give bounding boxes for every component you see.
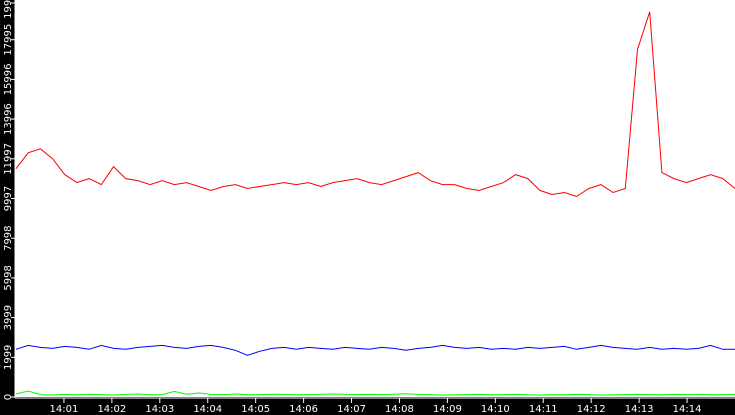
x-tick-label: 14:14 bbox=[673, 404, 702, 415]
x-tick-label: 14:10 bbox=[481, 404, 510, 415]
line-chart: 0 1999 3999 5998 7998 9997 11997 13996 15996 1799… bbox=[3, 0, 735, 415]
y-tick-label: 0 bbox=[3, 394, 14, 400]
x-tick-label: 14:09 bbox=[433, 404, 462, 415]
plot-background bbox=[15, 0, 735, 397]
x-tick-label: 14:08 bbox=[385, 404, 414, 415]
x-tick-label: 14:02 bbox=[97, 404, 126, 415]
y-tick-label: 1999 bbox=[3, 345, 14, 370]
x-tick-label: 14:07 bbox=[337, 404, 366, 415]
x-tick-label: 14:12 bbox=[577, 404, 606, 415]
x-tick-label: 14:01 bbox=[50, 404, 79, 415]
y-tick-label: 7998 bbox=[3, 225, 14, 250]
y-tick-label: 15996 bbox=[3, 63, 14, 95]
y-tick-label: 11997 bbox=[3, 143, 14, 175]
y-tick-label: 5998 bbox=[3, 265, 14, 290]
x-tick-label: 14:04 bbox=[193, 404, 222, 415]
x-tick-label: 14:03 bbox=[145, 404, 174, 415]
x-tick-label: 14:11 bbox=[529, 404, 558, 415]
x-tick-label: 14:05 bbox=[241, 404, 270, 415]
y-tick-label: 9997 bbox=[3, 186, 14, 211]
y-tick-label: 17995 bbox=[3, 24, 14, 56]
x-tick-label: 14:13 bbox=[625, 404, 654, 415]
y-tick-label: 13996 bbox=[3, 103, 14, 135]
x-tick-label: 14:06 bbox=[289, 404, 318, 415]
y-tick-label: 19995 bbox=[3, 0, 14, 19]
y-tick-label: 3999 bbox=[3, 305, 14, 330]
